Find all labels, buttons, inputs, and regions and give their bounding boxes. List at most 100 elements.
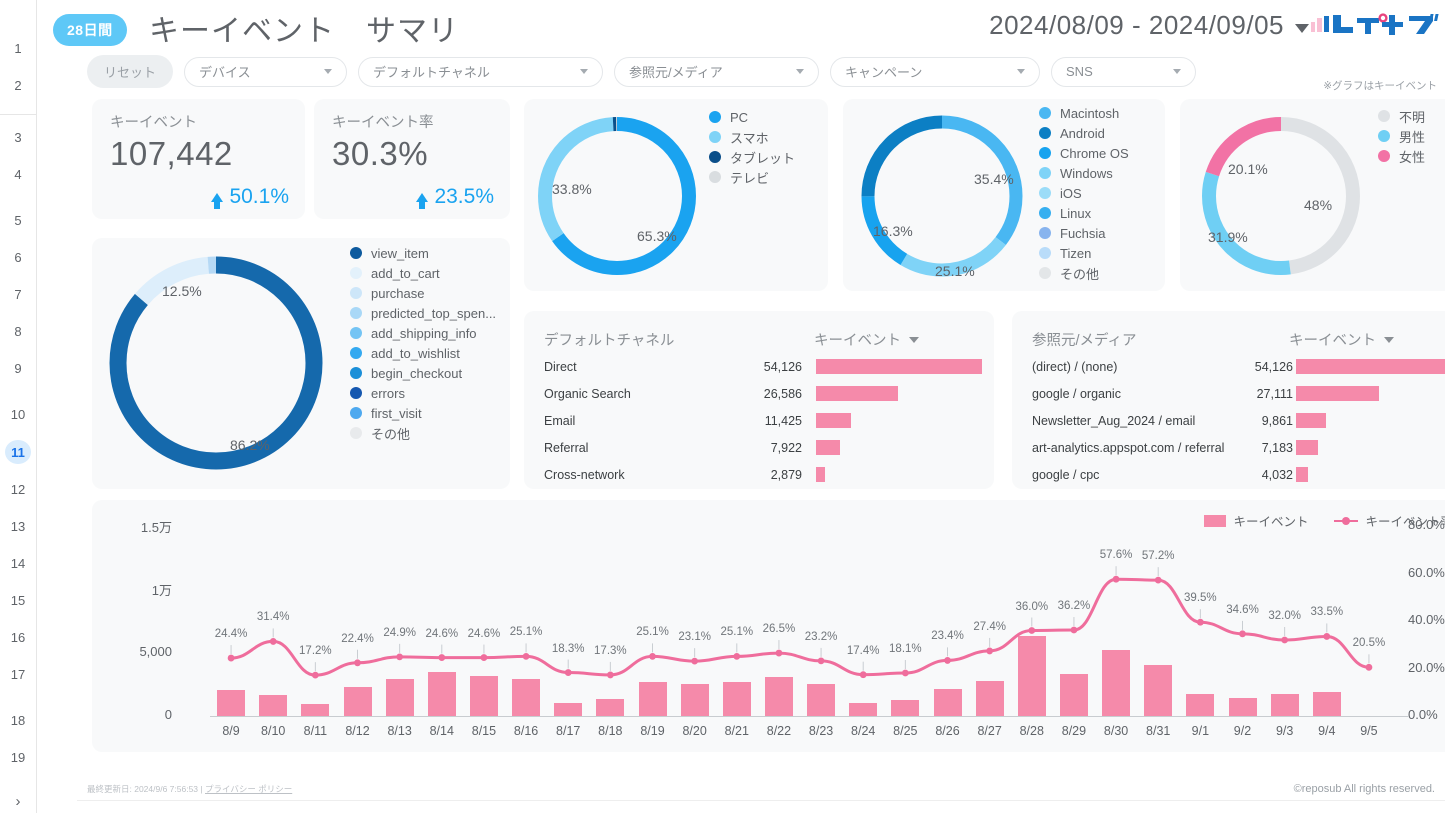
- legend-item-7: errors: [350, 383, 496, 403]
- reset-button[interactable]: リセット: [87, 55, 174, 88]
- chart-note: ※グラフはキーイベント: [1323, 80, 1437, 92]
- table-header-metric[interactable]: キーイベント: [814, 329, 919, 350]
- page-number-11[interactable]: 11: [5, 440, 31, 465]
- page-number-4[interactable]: 4: [5, 162, 31, 186]
- legend-item-1: add_to_cart: [350, 263, 496, 283]
- page-number-6[interactable]: 6: [5, 245, 31, 269]
- y-axis-left-tick: 1.5万: [140, 520, 172, 535]
- sort-descending-icon[interactable]: [909, 336, 919, 343]
- x-axis-tick-9/5: 9/5: [1360, 724, 1378, 738]
- legend-item-2: Chrome OS: [1039, 143, 1129, 163]
- donut-percent-label-2: 25.1%: [935, 263, 975, 279]
- chevron-down-icon[interactable]: [580, 69, 589, 74]
- arrow-up-icon: [211, 192, 224, 209]
- page-number-19[interactable]: 19: [5, 746, 31, 770]
- legend-label: begin_checkout: [371, 365, 463, 381]
- combo-legend-item-1: キーイベント率: [1334, 511, 1445, 530]
- legend-color-dot: [1039, 127, 1051, 139]
- legend-label: view_item: [371, 245, 429, 261]
- page-number-8[interactable]: 8: [5, 320, 31, 344]
- date-range-selector[interactable]: 2024/08/09 - 2024/09/05: [989, 10, 1284, 41]
- page-number-1[interactable]: 1: [5, 36, 31, 60]
- legend-item-3: predicted_top_spen...: [350, 303, 496, 323]
- chevron-down-icon[interactable]: [796, 69, 805, 74]
- filter-select-4[interactable]: SNS: [1051, 56, 1197, 87]
- table-row-bar: [1296, 440, 1319, 455]
- legend-bar-swatch: [1204, 514, 1227, 527]
- page-number-13[interactable]: 13: [5, 514, 31, 538]
- table-row-name: (direct) / (none): [1032, 360, 1118, 374]
- chart-bar-8/12: [343, 687, 372, 716]
- filter-select-2[interactable]: 参照元/メディア: [614, 56, 820, 87]
- rate-data-label-8/9: 24.4%: [214, 628, 248, 641]
- chart-bar-8/9: [217, 690, 246, 716]
- table-row-value: 26,586: [763, 387, 802, 401]
- table-row-bar: [816, 359, 982, 374]
- chart-bar-8/22: [764, 677, 793, 716]
- kpi-delta-value: 23.5%: [434, 185, 494, 208]
- table-row-bar: [1296, 467, 1309, 482]
- legend-label: 女性: [1399, 149, 1426, 165]
- page-number-5[interactable]: 5: [5, 208, 31, 232]
- page-number-9[interactable]: 9: [5, 357, 31, 381]
- table-header-dimension: デフォルトチャネル: [544, 333, 675, 349]
- legend-color-dot: [350, 247, 362, 259]
- table-row-name: google / cpc: [1032, 468, 1100, 482]
- table-card-default-channel: デフォルトチャネル キーイベント Direct 54,126 Organic Sea…: [524, 311, 994, 489]
- rate-data-label-8/27: 27.4%: [973, 620, 1006, 633]
- table-header-metric-label: キーイベント: [814, 333, 901, 349]
- filter-select-3[interactable]: キャンペーン: [830, 56, 1041, 87]
- x-axis-line: [210, 716, 1408, 717]
- chart-bar-8/20: [680, 684, 709, 716]
- y-axis-right-tick: 20.0%: [1408, 659, 1445, 675]
- device-donut-chart: 33.8% 65.3%: [532, 111, 702, 281]
- filter-label: SNS: [1066, 64, 1093, 79]
- page-number-15[interactable]: 15: [5, 588, 31, 612]
- events-legend: view_item add_to_cart purchase predicted_to…: [350, 243, 496, 443]
- legend-color-dot: [1378, 150, 1390, 162]
- legend-item-0: Macintosh: [1039, 103, 1129, 123]
- table-header-metric[interactable]: キーイベント: [1289, 329, 1394, 350]
- legend-color-dot: [1039, 247, 1051, 259]
- chart-bar-8/27: [975, 680, 1004, 716]
- chevron-down-icon[interactable]: [1295, 24, 1309, 33]
- legend-label: add_shipping_info: [371, 325, 477, 341]
- privacy-policy-link[interactable]: プライバシー ポリシー: [205, 784, 292, 794]
- page-number-3[interactable]: 3: [5, 125, 31, 149]
- page-number-12[interactable]: 12: [5, 477, 31, 501]
- next-page-icon[interactable]: ›: [5, 789, 31, 813]
- donut-card-events: 12.5% 86.2% view_item add_to_cart purchase p…: [92, 238, 510, 489]
- table-card-source-medium: 参照元/メディア キーイベント (direct) / (none) 54,126 g…: [1012, 311, 1445, 489]
- sort-descending-icon[interactable]: [1384, 336, 1394, 343]
- legend-color-dot: [350, 427, 362, 439]
- filter-select-0[interactable]: デバイス: [184, 56, 348, 87]
- os-donut-chart: 35.4% 16.3% 25.1%: [857, 111, 1027, 281]
- chart-bar-8/29: [1059, 674, 1088, 716]
- page-number-18[interactable]: 18: [5, 709, 31, 733]
- chart-bar-8/26: [933, 688, 962, 716]
- legend-color-dot: [709, 171, 721, 183]
- page-number-10[interactable]: 10: [5, 403, 31, 427]
- rate-data-label-8/23: 23.2%: [804, 630, 838, 643]
- filter-label: デバイス: [199, 65, 251, 80]
- page-number-2[interactable]: 2: [5, 73, 31, 97]
- table-row-bar: [816, 413, 852, 428]
- chart-bar-8/11: [301, 703, 330, 716]
- legend-color-dot: [1039, 187, 1051, 199]
- legend-color-dot: [1039, 147, 1051, 159]
- page-number-7[interactable]: 7: [5, 283, 31, 307]
- page-number-17[interactable]: 17: [5, 663, 31, 687]
- events-donut-chart: 12.5% 86.2%: [100, 247, 332, 479]
- period-badge: 28日間: [53, 14, 127, 46]
- chevron-down-icon[interactable]: [1173, 69, 1182, 74]
- page-number-14[interactable]: 14: [5, 551, 31, 575]
- table-row-value: 54,126: [763, 360, 802, 374]
- legend-item-5: add_to_wishlist: [350, 343, 496, 363]
- chevron-down-icon[interactable]: [324, 69, 333, 74]
- page-navigation-rail[interactable]: 1 2 3 4 5 6 7 8 9 10 11 12 13 14 15 16 17 18 19 ›: [0, 0, 37, 813]
- filter-select-1[interactable]: デフォルトチャネル: [358, 56, 604, 87]
- chevron-down-icon[interactable]: [1017, 69, 1026, 74]
- page-number-16[interactable]: 16: [5, 626, 31, 650]
- footer-divider: |: [200, 784, 203, 794]
- chart-bar-8/30: [1102, 649, 1131, 716]
